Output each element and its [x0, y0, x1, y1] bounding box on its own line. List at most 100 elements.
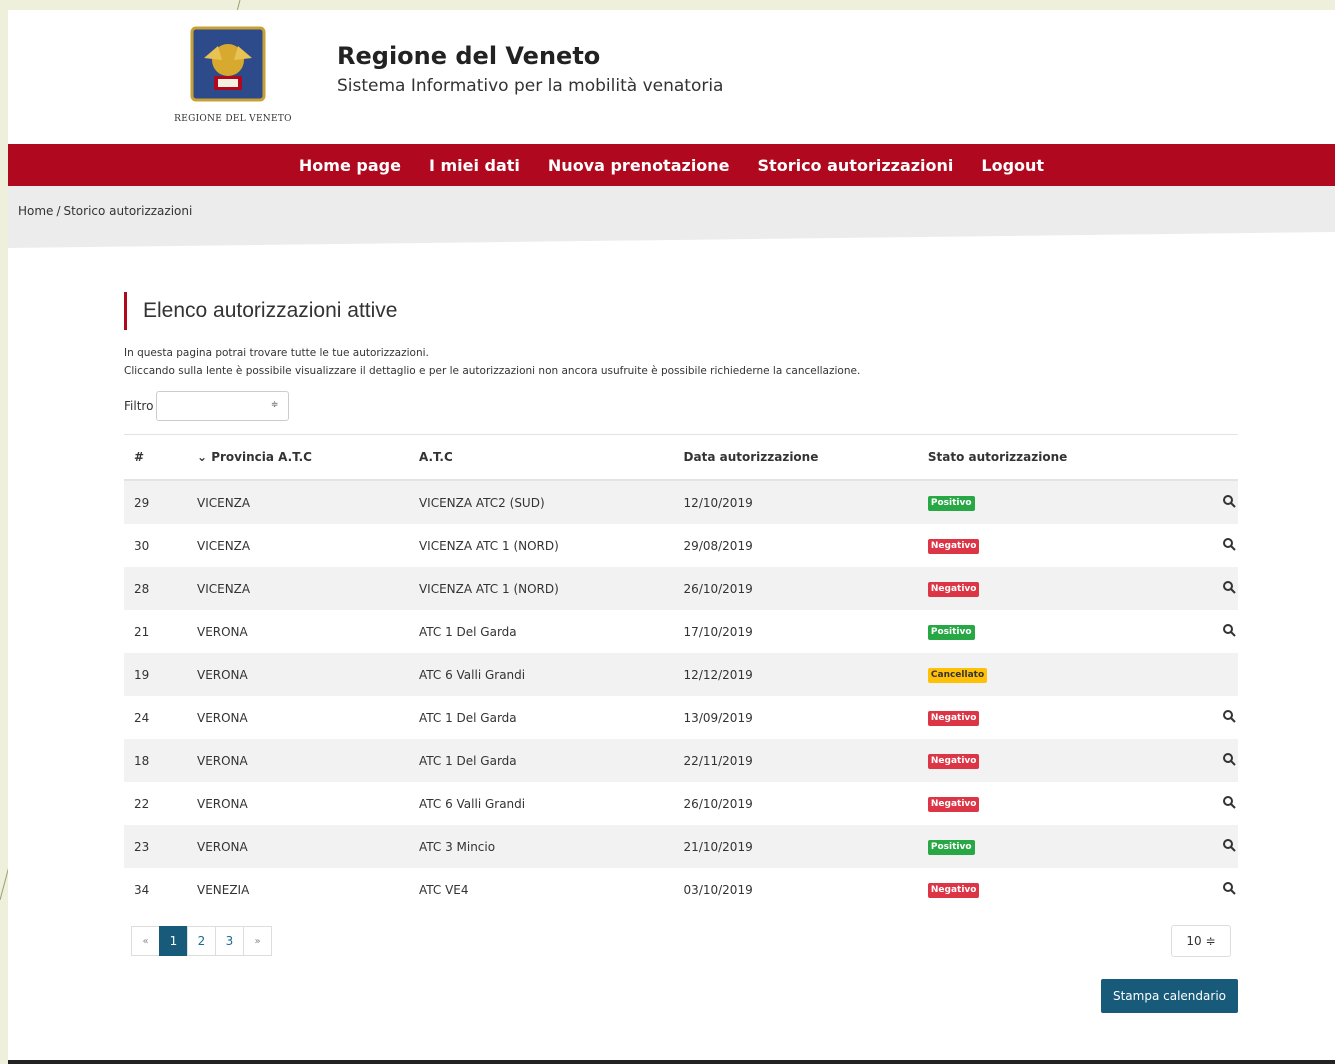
- cell-atc: ATC 3 Mincio: [408, 825, 674, 868]
- cell-status: Negativo: [917, 567, 1172, 610]
- column-header-number: #: [124, 434, 187, 481]
- status-badge: Negativo: [927, 883, 980, 898]
- table-row: 19 VERONA ATC 6 Valli Grandi 12/12/2019 Canc…: [124, 653, 1238, 696]
- cell-number: 28: [124, 567, 187, 610]
- table-body: 29 VICENZA VICENZA ATC2 (SUD) 12/10/2019 Pos…: [124, 480, 1238, 911]
- cell-status: Negativo: [918, 868, 1172, 911]
- filter-row: Filtro ≑: [124, 390, 1238, 422]
- nav-my-data[interactable]: I miei dati: [429, 156, 520, 175]
- cell-status: Cancellato: [917, 653, 1172, 696]
- site-header: REGIONE DEL VENETO Regione del Veneto Si…: [8, 10, 1335, 144]
- magnifier-icon[interactable]: [1222, 709, 1238, 725]
- cell-actions: [1172, 825, 1238, 868]
- cell-actions: [1172, 782, 1238, 825]
- cell-atc: ATC 1 Del Garda: [408, 739, 674, 782]
- print-calendar-button[interactable]: Stampa calendario: [1100, 979, 1238, 1013]
- cell-province: VERONA: [186, 825, 409, 868]
- cell-status: Negativo: [918, 696, 1172, 739]
- status-badge: Negativo: [927, 797, 980, 812]
- magnifier-icon[interactable]: [1222, 494, 1238, 510]
- status-badge: Negativo: [927, 582, 980, 597]
- cell-date: 13/09/2019: [683, 710, 753, 725]
- main-navbar: Home page I miei dati Nuova prenotazione…: [8, 144, 1335, 186]
- table-header-row: # ⌄ Provincia A.T.C A.T.C Data autorizza…: [124, 434, 1238, 481]
- filter-select[interactable]: ≑: [156, 391, 290, 421]
- magnifier-icon[interactable]: [1222, 623, 1238, 639]
- cell-atc: VICENZA ATC 1 (NORD): [408, 567, 674, 610]
- filter-label: Filtro: [124, 399, 154, 413]
- pagination-prev[interactable]: «: [131, 926, 160, 956]
- page-size-select[interactable]: 10 ≑: [1171, 925, 1231, 957]
- cell-actions: [1172, 567, 1238, 610]
- print-row: Stampa calendario: [124, 979, 1238, 1013]
- table-row: 23 VERONA ATC 3 Mincio 21/10/2019 Positivo: [124, 825, 1238, 868]
- status-badge: Positivo: [927, 625, 975, 640]
- cell-number: 18: [124, 739, 187, 782]
- pagination-next[interactable]: »: [243, 926, 272, 956]
- cell-number: 34: [134, 882, 150, 897]
- cell-status: Positivo: [917, 825, 1172, 868]
- pager-row: « 1 2 3 » 10 ≑: [124, 925, 1238, 957]
- cell-province: VENEZIA: [196, 882, 250, 897]
- pagination-page-1[interactable]: 1: [159, 926, 188, 956]
- column-header-atc[interactable]: A.T.C: [408, 434, 674, 481]
- column-header-date[interactable]: Data autorizzazione: [673, 434, 918, 481]
- nav-authorization-history[interactable]: Storico autorizzazioni: [758, 156, 954, 175]
- cell-date: 03/10/2019: [683, 882, 753, 897]
- table-row: 28 VICENZA VICENZA ATC 1 (NORD) 26/10/2019 N…: [124, 567, 1238, 610]
- cell-date: 17/10/2019: [683, 624, 753, 639]
- chevron-down-icon: ⌄: [196, 450, 212, 464]
- cell-status: Negativo: [918, 524, 1172, 567]
- select-arrows-icon: ≑: [270, 400, 279, 410]
- cell-date: 12/10/2019: [673, 480, 918, 524]
- cell-status: Negativo: [918, 782, 1172, 825]
- table-row: 22 VERONA ATC 6 Valli Grandi 26/10/2019 Nega…: [124, 782, 1238, 825]
- site-title: Regione del Veneto: [337, 42, 601, 70]
- pagination-page-2[interactable]: 2: [187, 926, 216, 956]
- main-content: Elenco autorizzazioni attive In questa p…: [124, 292, 1238, 1013]
- cell-actions: [1172, 480, 1238, 524]
- cell-province: VERONA: [186, 739, 409, 782]
- nav-logout[interactable]: Logout: [981, 156, 1044, 175]
- magnifier-icon[interactable]: [1222, 537, 1238, 553]
- cell-number: 23: [124, 825, 187, 868]
- pagination-page-3[interactable]: 3: [215, 926, 244, 956]
- magnifier-icon[interactable]: [1222, 752, 1238, 768]
- cell-status: Positivo: [918, 610, 1172, 653]
- cell-date: 22/11/2019: [673, 739, 918, 782]
- breadcrumb-home-link[interactable]: Home: [18, 204, 53, 218]
- cell-actions: [1172, 653, 1238, 696]
- cell-actions: [1172, 696, 1238, 739]
- logo-caption: REGIONE DEL VENETO: [174, 114, 292, 124]
- magnifier-icon[interactable]: [1222, 838, 1238, 854]
- nav-home-page[interactable]: Home page: [299, 156, 401, 175]
- table-row: 24 VERONA ATC 1 Del Garda 13/09/2019 Negativ…: [124, 696, 1238, 739]
- magnifier-icon[interactable]: [1222, 795, 1238, 811]
- breadcrumb-separator: /: [56, 204, 61, 218]
- magnifier-icon[interactable]: [1222, 881, 1238, 897]
- table-row: 21 VERONA ATC 1 Del Garda 17/10/2019 Positiv…: [124, 610, 1238, 653]
- cell-number: 19: [124, 653, 187, 696]
- column-header-status[interactable]: Stato autorizzazione: [917, 434, 1172, 481]
- breadcrumb-current: Storico autorizzazioni: [63, 204, 193, 218]
- table-row: 18 VERONA ATC 1 Del Garda 22/11/2019 Negativ…: [124, 739, 1238, 782]
- magnifier-icon[interactable]: [1222, 580, 1238, 596]
- cell-date: 21/10/2019: [673, 825, 918, 868]
- cell-number: 29: [124, 480, 187, 524]
- nav-new-booking[interactable]: Nuova prenotazione: [548, 156, 730, 175]
- section-title: Elenco autorizzazioni attive: [124, 292, 1238, 330]
- site-subtitle: Sistema Informativo per la mobilità vena…: [337, 76, 724, 96]
- cell-atc: ATC 1 Del Garda: [418, 710, 517, 725]
- cell-actions: [1172, 868, 1238, 911]
- cell-province: VERONA: [196, 796, 248, 811]
- column-header-province[interactable]: ⌄ Provincia A.T.C: [186, 434, 409, 481]
- status-badge: Negativo: [927, 754, 980, 769]
- status-badge: Negativo: [927, 539, 980, 554]
- band-wedge: [8, 232, 1335, 252]
- status-badge: Negativo: [927, 711, 980, 726]
- cell-atc: ATC 6 Valli Grandi: [408, 653, 674, 696]
- cell-province: VICENZA: [196, 538, 251, 553]
- intro-line-1: In questa pagina potrai trovare tutte le…: [124, 347, 429, 359]
- column-header-actions: [1172, 434, 1238, 481]
- cell-number: 30: [134, 538, 150, 553]
